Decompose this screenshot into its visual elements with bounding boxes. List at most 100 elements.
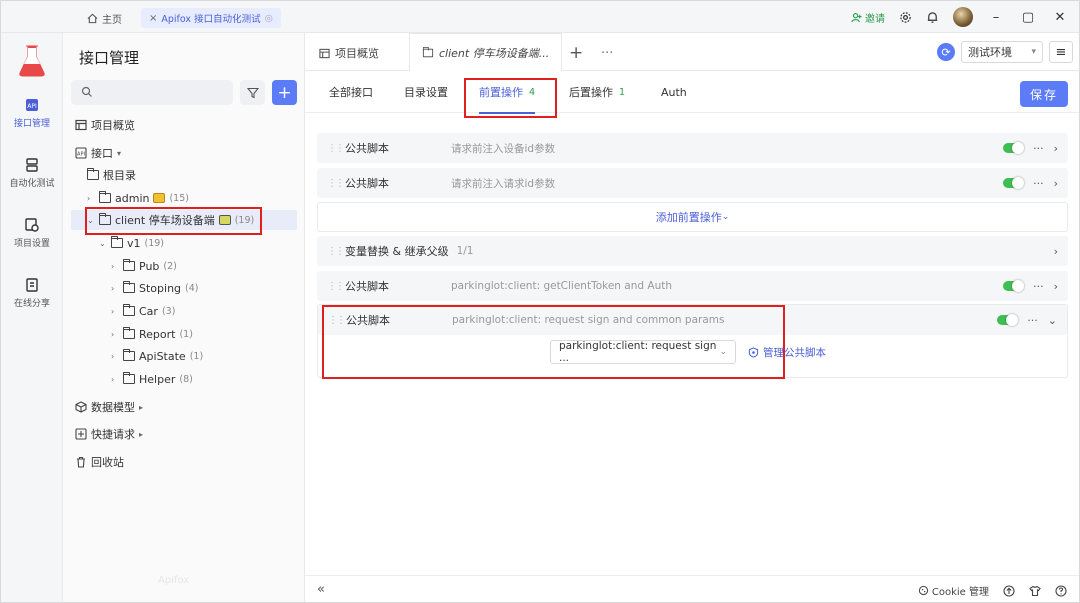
filter-button[interactable]: [240, 80, 265, 105]
tree-item-root[interactable]: 根目录: [87, 165, 136, 185]
pre-op-row[interactable]: ⋮⋮ 公共脚本 parkinglot:client: request sign …: [318, 305, 1067, 335]
more-icon[interactable]: ···: [1033, 280, 1044, 293]
rail-item-share[interactable]: 在线分享: [1, 277, 63, 309]
sidebar-item-data-model[interactable]: 数据模型 ▸: [75, 397, 147, 417]
rail-item-project-settings[interactable]: 项目设置: [1, 217, 63, 249]
more-icon[interactable]: ···: [1027, 314, 1038, 327]
add-button[interactable]: +: [272, 80, 297, 105]
manage-public-scripts-link[interactable]: 管理公共脚本: [748, 340, 826, 364]
folder-icon: [123, 304, 135, 316]
tree-item-client[interactable]: ⌄ client 停车场设备端 (19): [71, 210, 297, 230]
close-tab-icon[interactable]: ×: [149, 13, 157, 24]
user-avatar[interactable]: [953, 7, 973, 27]
chevron-down-icon: ⌄: [87, 215, 94, 225]
enable-toggle[interactable]: [1003, 142, 1025, 154]
more-icon[interactable]: ···: [1033, 142, 1044, 155]
shirt-theme-icon[interactable]: [1029, 585, 1041, 597]
cookie-manage-button[interactable]: Cookie 管理: [918, 583, 989, 598]
home-tab[interactable]: 主页: [87, 9, 122, 27]
var-replace-row[interactable]: ⋮⋮ 变量替换 & 继承父级 1/1 ›: [317, 236, 1068, 266]
tab-all-apis[interactable]: 全部接口: [329, 71, 373, 113]
nav-rail: API 接口管理 自动化测试 项目设置 在线分享: [1, 33, 63, 602]
tab-dir-settings[interactable]: 目录设置: [404, 71, 448, 113]
chevron-right-icon: ›: [111, 283, 115, 293]
collapse-sidebar-icon[interactable]: «: [317, 582, 325, 597]
chevron-right-icon[interactable]: ›: [1054, 280, 1058, 293]
sidebar-item-quick-request[interactable]: 快捷请求 ▸: [75, 424, 147, 444]
folder-open-icon: [99, 213, 111, 225]
chevron-down-icon[interactable]: ⌄: [1048, 314, 1057, 327]
enable-toggle[interactable]: [1003, 177, 1025, 189]
enable-toggle[interactable]: [997, 314, 1019, 326]
drag-handle-icon[interactable]: ⋮⋮: [327, 246, 345, 257]
drag-handle-icon[interactable]: ⋮⋮: [327, 143, 345, 154]
sidebar-item-project-overview[interactable]: 项目概览: [75, 115, 135, 135]
save-button[interactable]: 保存: [1020, 81, 1068, 107]
tree-item-v1[interactable]: ⌄ v1 (19): [99, 233, 164, 253]
doc-tab-strip: 项目概览 client 停车场设备端... + ··· ⟳ 测试环境 ▾ ≡: [305, 33, 1079, 71]
tab-label: client 停车场设备端...: [439, 46, 550, 60]
more-tabs-button[interactable]: ···: [601, 42, 613, 64]
tree-item-label: admin: [115, 191, 150, 205]
api-sidebar: 接口管理 + 项目概览 API 接口 ▾ 根目录 › admin (15) ⌄ …: [63, 33, 305, 602]
chevron-right-icon[interactable]: ›: [1054, 142, 1058, 155]
chevron-right-icon: ›: [87, 193, 91, 203]
caret-down-icon: ▾: [117, 148, 122, 158]
tree-item-folder[interactable]: › Stoping (4): [111, 278, 199, 298]
tree-item-label: client 停车场设备端: [115, 214, 215, 227]
search-input[interactable]: [71, 80, 233, 105]
tree-item-folder[interactable]: › ApiState (1): [111, 346, 203, 366]
close-window-icon[interactable]: ✕: [1051, 10, 1069, 25]
enable-toggle[interactable]: [1003, 280, 1025, 292]
folder-icon: [99, 191, 111, 203]
tree-item-folder[interactable]: › Car (3): [111, 301, 175, 321]
chevron-right-icon[interactable]: ›: [1054, 177, 1058, 190]
maximize-icon[interactable]: ▢: [1019, 10, 1037, 25]
tab-auth[interactable]: Auth: [661, 71, 687, 113]
script-select-value: parkinglot:client: request sign ...: [559, 340, 717, 364]
api-icon: API: [75, 147, 87, 159]
sidebar-item-label: 接口: [91, 147, 113, 160]
minimize-icon[interactable]: –: [987, 10, 1005, 25]
rail-item-automation[interactable]: 自动化测试: [1, 157, 63, 189]
folder-icon: [123, 327, 135, 339]
op-desc: 请求前注入请求id参数: [451, 177, 556, 190]
invite-label: 邀请: [865, 13, 885, 25]
apifox-tab[interactable]: × Apifox 接口自动化测试 ◎: [141, 8, 281, 28]
sidebar-item-recycle-bin[interactable]: 回收站: [75, 452, 124, 472]
tab-pre-operations[interactable]: 前置操作 4: [479, 71, 536, 114]
plus-icon: +: [277, 82, 292, 103]
tree-item-count: (4): [185, 282, 199, 294]
tab-client[interactable]: client 停车场设备端...: [409, 33, 563, 71]
environment-menu-button[interactable]: ≡: [1049, 41, 1073, 63]
sidebar-item-api[interactable]: API 接口 ▾: [75, 143, 125, 163]
tree-item-count: (2): [163, 260, 177, 272]
help-icon[interactable]: [1055, 584, 1067, 597]
settings-gear-icon[interactable]: [899, 11, 912, 24]
more-icon[interactable]: ···: [1033, 177, 1044, 190]
upload-icon[interactable]: [1003, 584, 1015, 597]
drag-handle-icon[interactable]: ⋮⋮: [327, 178, 345, 189]
pre-op-row[interactable]: ⋮⋮ 公共脚本 请求前注入请求id参数 ··· ›: [317, 168, 1068, 198]
env-sync-icon[interactable]: ⟳: [937, 43, 955, 61]
search-icon: [81, 86, 92, 97]
tab-project-overview[interactable]: 项目概览: [319, 42, 379, 64]
tab-post-operations[interactable]: 后置操作 1: [569, 71, 625, 113]
drag-handle-icon[interactable]: ⋮⋮: [328, 315, 346, 326]
public-script-select[interactable]: parkinglot:client: request sign ... ⌄: [550, 340, 736, 364]
rail-item-api-management[interactable]: API 接口管理: [1, 97, 63, 129]
tree-item-folder[interactable]: › Helper (8): [111, 369, 193, 389]
pre-op-row[interactable]: ⋮⋮ 公共脚本 parkinglot:client: getClientToke…: [317, 271, 1068, 301]
tree-item-folder[interactable]: › Pub (2): [111, 256, 177, 276]
drag-handle-icon[interactable]: ⋮⋮: [327, 281, 345, 292]
chevron-right-icon[interactable]: ›: [1054, 245, 1058, 258]
tree-item-admin[interactable]: › admin (15): [87, 188, 189, 208]
environment-select[interactable]: 测试环境 ▾: [961, 41, 1043, 63]
invite-button[interactable]: 邀请: [851, 10, 885, 25]
add-pre-operation-button[interactable]: 添加前置操作 ⌄: [317, 202, 1068, 232]
notification-bell-icon[interactable]: [926, 11, 939, 24]
pre-op-row[interactable]: ⋮⋮ 公共脚本 请求前注入设备id参数 ··· ›: [317, 133, 1068, 163]
new-tab-button[interactable]: +: [569, 42, 583, 64]
tree-item-folder[interactable]: › Report (1): [111, 324, 193, 344]
cookie-label: Cookie 管理: [931, 587, 989, 598]
